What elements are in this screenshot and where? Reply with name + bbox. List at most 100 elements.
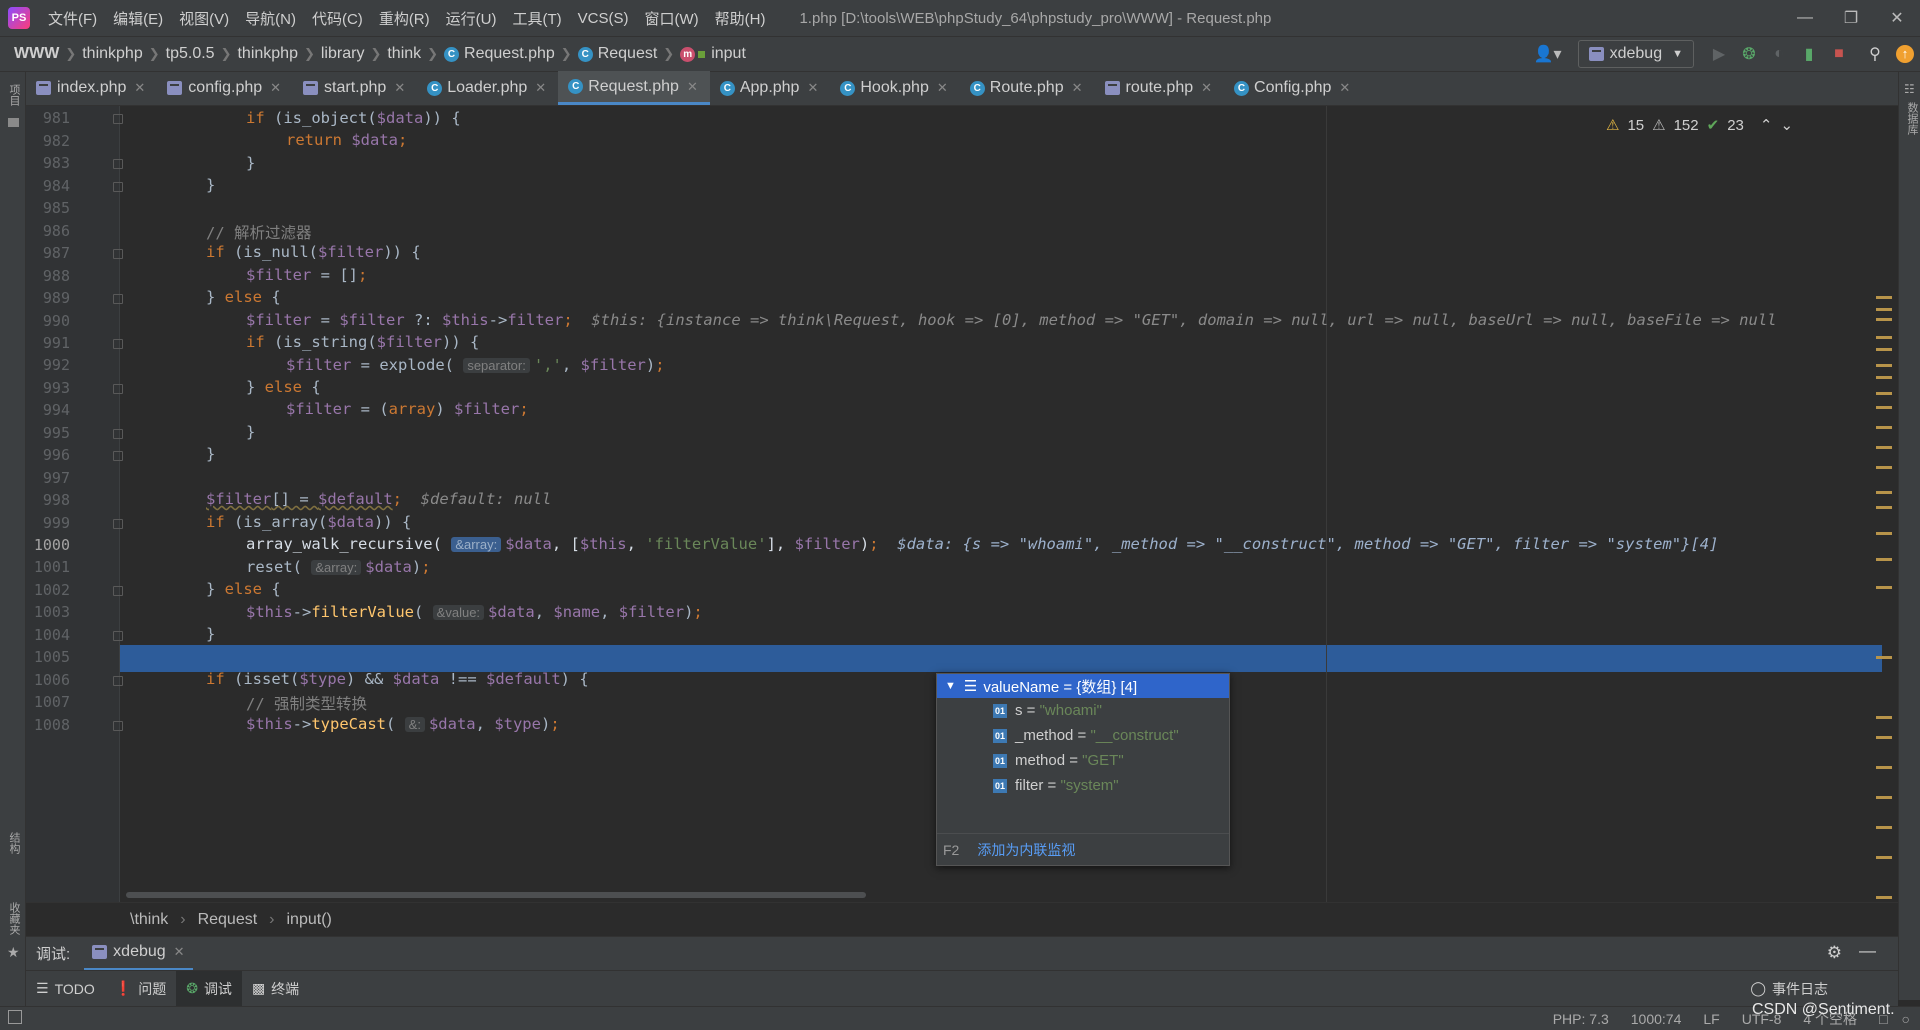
fold-marker-icon[interactable] [113, 518, 123, 529]
stripe-marker[interactable] [1876, 736, 1892, 739]
stripe-marker[interactable] [1876, 506, 1892, 509]
close-tab-icon[interactable]: ✕ [394, 80, 405, 96]
tab-loader-php[interactable]: C Loader.php ✕ [417, 71, 558, 105]
error-stripe[interactable] [1876, 296, 1892, 902]
tab-start-php[interactable]: start.php ✕ [293, 71, 417, 105]
fold-marker-icon[interactable] [113, 114, 123, 125]
menu-view[interactable]: 视图(V) [171, 8, 237, 29]
stripe-marker[interactable] [1876, 296, 1892, 299]
fold-marker-icon[interactable] [113, 181, 123, 192]
fold-marker-icon[interactable] [113, 249, 123, 260]
chevron-down-icon[interactable]: ▼ [945, 680, 956, 692]
tab-config-class-php[interactable]: C Config.php ✕ [1224, 71, 1362, 105]
line-number[interactable]: 994 [26, 401, 70, 419]
close-tab-icon[interactable]: ✕ [1072, 80, 1083, 96]
line-number[interactable]: 992 [26, 356, 70, 374]
breadcrumb-think[interactable]: think [387, 45, 421, 63]
menu-navigate[interactable]: 导航(N) [237, 8, 304, 29]
line-number[interactable]: 1001 [26, 558, 70, 576]
search-icon[interactable]: ⚲ [1860, 39, 1890, 69]
tab-route-class-php[interactable]: C Route.php ✕ [960, 71, 1095, 105]
stripe-marker[interactable] [1876, 491, 1892, 494]
line-number[interactable]: 1003 [26, 603, 70, 621]
close-tab-icon[interactable]: ✕ [937, 80, 948, 96]
debug-icon[interactable]: ❂ [1734, 39, 1764, 69]
stripe-marker[interactable] [1876, 826, 1892, 829]
close-tab-icon[interactable]: ✕ [270, 80, 281, 96]
line-number[interactable]: 997 [26, 469, 70, 487]
tool-window-todo[interactable]: ☰ TODO [26, 971, 105, 1007]
stripe-marker[interactable] [1876, 364, 1892, 367]
breadcrumb-method[interactable]: input() [287, 911, 332, 929]
line-number[interactable]: 995 [26, 424, 70, 442]
hide-panel-icon[interactable]: — [1859, 941, 1876, 961]
restore-icon[interactable]: ❐ [1828, 0, 1874, 36]
close-tab-icon[interactable]: ✕ [174, 944, 185, 960]
stop-icon[interactable]: ■ [1824, 39, 1854, 69]
coverage-icon[interactable]: ◐ [1764, 39, 1794, 69]
menu-vcs[interactable]: VCS(S) [570, 10, 637, 27]
tab-hook-php[interactable]: C Hook.php ✕ [830, 71, 959, 105]
line-number[interactable]: 1002 [26, 581, 70, 599]
php-level[interactable]: PHP: 7.3 [1553, 1011, 1609, 1027]
stripe-marker[interactable] [1876, 558, 1892, 561]
stripe-marker[interactable] [1876, 716, 1892, 719]
stripe-marker[interactable] [1876, 856, 1892, 859]
breadcrumb-thinkphp-2[interactable]: thinkphp [237, 45, 298, 63]
line-number[interactable]: 993 [26, 379, 70, 397]
line-gutter[interactable]: 9809819829839849859869879889899909919929… [26, 106, 123, 902]
breadcrumb-www[interactable]: WWW [14, 45, 59, 63]
stripe-marker[interactable] [1876, 796, 1892, 799]
line-number[interactable]: 988 [26, 267, 70, 285]
line-number[interactable]: 1000 [26, 536, 70, 554]
debug-value-popup[interactable]: ▼ ☰ valueName = {数组} [4] 01 s = "whoami" … [936, 673, 1230, 866]
update-icon[interactable]: ↑ [1890, 39, 1920, 69]
database-tool-button[interactable]: 数据库 [1904, 102, 1920, 135]
popup-row-filter[interactable]: 01 filter = "system" [937, 773, 1229, 798]
stripe-marker[interactable] [1876, 466, 1892, 469]
fold-marker-icon[interactable] [113, 338, 123, 349]
close-tab-icon[interactable]: ✕ [535, 80, 546, 96]
structure-tool-button[interactable]: 结构 [6, 832, 22, 854]
breadcrumb-thinkphp[interactable]: thinkphp [82, 45, 143, 63]
line-number[interactable]: 982 [26, 132, 70, 150]
menu-help[interactable]: 帮助(H) [707, 8, 774, 29]
line-number[interactable]: 1004 [26, 626, 70, 644]
popup-header[interactable]: ▼ ☰ valueName = {数组} [4] [937, 674, 1229, 698]
inspection-widget[interactable]: ⚠ 15 ⚠ 152 ✔ 23 ⌃ ⌄ [1606, 116, 1793, 135]
tab-index-php[interactable]: index.php ✕ [26, 71, 157, 105]
line-number[interactable]: 983 [26, 154, 70, 172]
stripe-marker[interactable] [1876, 586, 1892, 589]
stripe-marker[interactable] [1876, 336, 1892, 339]
line-number[interactable]: 999 [26, 514, 70, 532]
close-icon[interactable]: ✕ [1874, 0, 1920, 36]
line-number[interactable]: 1005 [26, 648, 70, 666]
fold-marker-icon[interactable] [113, 720, 123, 731]
breadcrumb-class[interactable]: Request [198, 911, 258, 929]
fold-marker-icon[interactable] [113, 159, 123, 170]
menu-window[interactable]: 窗口(W) [636, 8, 706, 29]
close-tab-icon[interactable]: ✕ [134, 80, 145, 96]
menu-refactor[interactable]: 重构(R) [371, 8, 438, 29]
run-config-selector[interactable]: xdebug ▼ [1577, 40, 1694, 68]
fold-marker-icon[interactable] [113, 630, 123, 641]
popup-row-method-override[interactable]: 01 _method = "__construct" [937, 723, 1229, 748]
breadcrumb-input-method[interactable]: m input [680, 45, 746, 63]
stripe-marker[interactable] [1876, 446, 1892, 449]
tab-request-php[interactable]: C Request.php ✕ [558, 71, 710, 105]
line-separator[interactable]: LF [1703, 1011, 1719, 1027]
line-number[interactable]: 996 [26, 446, 70, 464]
favorites-tool-button[interactable]: 收藏夹 [6, 902, 22, 935]
close-tab-icon[interactable]: ✕ [807, 80, 818, 96]
line-number[interactable]: 991 [26, 334, 70, 352]
user-icon[interactable]: 👤▾ [1528, 39, 1568, 69]
chevron-down-icon[interactable]: ⌄ [1780, 116, 1793, 134]
add-inline-watch-link[interactable]: 添加为内联监视 [977, 840, 1075, 860]
menu-tools[interactable]: 工具(T) [504, 8, 569, 29]
fold-marker-icon[interactable] [113, 675, 123, 686]
stripe-marker[interactable] [1876, 766, 1892, 769]
line-number[interactable]: 1006 [26, 671, 70, 689]
line-number[interactable]: 985 [26, 199, 70, 217]
fold-marker-icon[interactable] [113, 428, 123, 439]
line-number[interactable]: 989 [26, 289, 70, 307]
